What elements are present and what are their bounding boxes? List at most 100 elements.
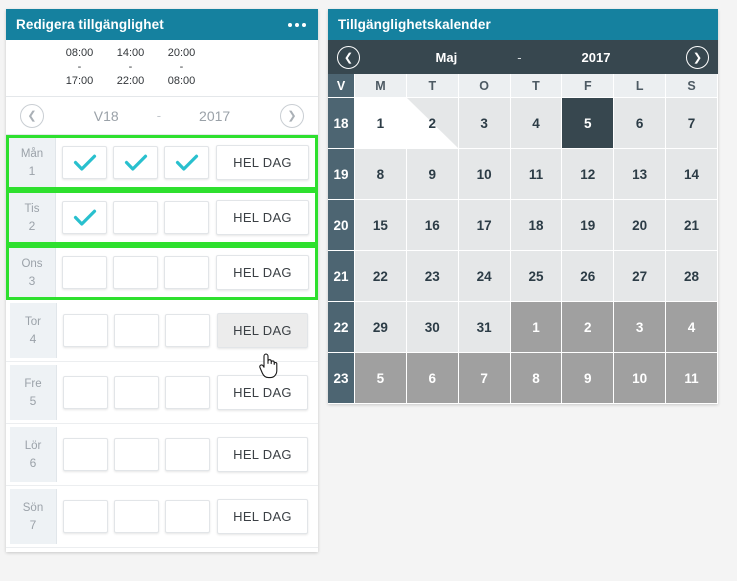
shift-checkbox-1[interactable] — [62, 146, 107, 179]
shift-checkbox-1[interactable] — [63, 500, 108, 533]
chevron-right-icon[interactable]: ❯ — [686, 45, 709, 69]
day-row-sön: Sön 7 HEL DAG — [6, 486, 318, 548]
day-name: Tis — [24, 202, 40, 215]
calendar-day-number: 22 — [372, 268, 388, 284]
shift-checkbox-3[interactable] — [165, 314, 210, 347]
shift-checkbox-1[interactable] — [62, 201, 107, 234]
calendar-weekday-header: L — [613, 74, 667, 98]
shift-checkbox-2[interactable] — [114, 438, 159, 471]
shift-2-separator: - — [128, 61, 133, 73]
full-day-button[interactable]: HEL DAG — [217, 375, 308, 410]
calendar-day-cell[interactable]: 2 — [561, 301, 615, 353]
calendar-day-number: 9 — [584, 370, 592, 386]
calendar-day-cell[interactable]: 6 — [613, 97, 667, 149]
more-options-icon[interactable] — [286, 19, 308, 31]
shift-3-separator: - — [179, 61, 184, 73]
full-day-button[interactable]: HEL DAG — [217, 499, 308, 534]
full-day-button[interactable]: HEL DAG — [217, 437, 308, 472]
calendar-day-cell[interactable]: 19 — [561, 199, 615, 251]
calendar-day-cell[interactable]: 6 — [405, 352, 459, 404]
calendar-day-cell[interactable]: 14 — [665, 148, 718, 200]
shift-checkbox-1[interactable] — [63, 376, 108, 409]
calendar-day-cell[interactable]: 8 — [354, 148, 407, 200]
calendar-day-number: 6 — [428, 370, 437, 386]
full-day-button[interactable]: HEL DAG — [217, 313, 308, 348]
shift-checkbox-group — [57, 489, 210, 544]
shift-checkbox-2[interactable] — [113, 201, 158, 234]
shift-checkbox-2[interactable] — [114, 500, 159, 533]
calendar-day-cell[interactable]: 13 — [613, 148, 667, 200]
calendar-day-cell[interactable]: 10 — [457, 148, 511, 200]
chevron-left-icon[interactable]: ❮ — [20, 103, 44, 128]
table-row: Tor 4 HEL DAG — [10, 303, 314, 358]
shift-3-end: 08:00 — [167, 75, 196, 87]
calendar-day-cell[interactable]: 3 — [457, 97, 511, 149]
calendar-day-cell[interactable]: 23 — [405, 250, 459, 302]
calendar-day-cell[interactable]: 5 — [561, 97, 615, 149]
shift-checkbox-1[interactable] — [62, 256, 107, 289]
calendar-day-cell[interactable]: 18 — [509, 199, 563, 251]
calendar-day-cell[interactable]: 11 — [509, 148, 563, 200]
calendar-header-row: VMTOTFLS — [328, 74, 718, 98]
calendar-day-cell[interactable]: 4 — [509, 97, 563, 149]
shift-checkbox-2[interactable] — [114, 376, 159, 409]
calendar-day-cell[interactable]: 25 — [509, 250, 563, 302]
calendar-day-cell[interactable]: 5 — [354, 352, 407, 404]
calendar-day-cell[interactable]: 24 — [457, 250, 511, 302]
shift-checkbox-3[interactable] — [164, 201, 209, 234]
calendar-day-cell[interactable]: 8 — [509, 352, 563, 404]
calendar-day-number: 14 — [684, 166, 700, 182]
shift-checkbox-3[interactable] — [165, 438, 210, 471]
full-day-button[interactable]: HEL DAG — [216, 145, 309, 180]
calendar-day-number: 4 — [532, 115, 540, 131]
calendar-day-cell[interactable]: 21 — [665, 199, 718, 251]
shift-checkbox-3[interactable] — [164, 146, 209, 179]
shift-checkbox-1[interactable] — [63, 314, 108, 347]
shift-checkbox-2[interactable] — [114, 314, 159, 347]
calendar-period-label: Maj - 2017 — [360, 50, 686, 65]
calendar-day-cell[interactable]: 7 — [665, 97, 718, 149]
calendar-day-cell[interactable]: 7 — [457, 352, 511, 404]
calendar-day-cell[interactable]: 4 — [665, 301, 718, 353]
shift-checkbox-3[interactable] — [164, 256, 209, 289]
calendar-day-cell[interactable]: 22 — [354, 250, 407, 302]
calendar-day-cell[interactable]: 9 — [405, 148, 459, 200]
calendar-day-cell[interactable]: 2 — [405, 97, 459, 149]
day-number: 3 — [28, 273, 36, 288]
calendar-day-cell[interactable]: 20 — [613, 199, 667, 251]
calendar-day-cell[interactable]: 31 — [457, 301, 511, 353]
calendar-day-cell[interactable]: 28 — [665, 250, 718, 302]
chevron-left-icon[interactable]: ❮ — [337, 45, 360, 69]
calendar-day-cell[interactable]: 1 — [354, 97, 407, 149]
calendar-day-cell[interactable]: 1 — [509, 301, 563, 353]
calendar-day-cell[interactable]: 11 — [665, 352, 718, 404]
shift-checkbox-group — [56, 138, 209, 187]
calendar-day-cell[interactable]: 3 — [613, 301, 667, 353]
shift-checkbox-3[interactable] — [165, 376, 210, 409]
full-day-button[interactable]: HEL DAG — [216, 200, 309, 235]
calendar-day-cell[interactable]: 30 — [405, 301, 459, 353]
shift-checkbox-1[interactable] — [63, 438, 108, 471]
calendar-day-number: 19 — [580, 217, 596, 233]
calendar-day-cell[interactable]: 27 — [613, 250, 667, 302]
table-row: Ons 3 HEL DAG — [6, 245, 318, 300]
calendar-day-cell[interactable]: 10 — [613, 352, 667, 404]
shift-header-spacer-right — [207, 46, 318, 88]
full-day-button[interactable]: HEL DAG — [216, 255, 309, 290]
edit-availability-panel: Redigera tillgänglighet 08:00 - 17:00 14… — [6, 9, 318, 552]
calendar-day-number: 8 — [532, 370, 540, 386]
shift-checkbox-3[interactable] — [165, 500, 210, 533]
calendar-day-cell[interactable]: 12 — [561, 148, 615, 200]
calendar-day-cell[interactable]: 16 — [405, 199, 459, 251]
shift-checkbox-2[interactable] — [113, 256, 158, 289]
day-row-ons: Ons 3 HEL DAG — [6, 245, 318, 300]
chevron-right-icon[interactable]: ❯ — [280, 103, 304, 128]
shift-checkbox-2[interactable] — [113, 146, 158, 179]
calendar-day-cell[interactable]: 9 — [561, 352, 615, 404]
week-number-label: V18 — [93, 107, 119, 124]
calendar-day-cell[interactable]: 15 — [354, 199, 407, 251]
calendar-day-cell[interactable]: 26 — [561, 250, 615, 302]
calendar-day-cell[interactable]: 17 — [457, 199, 511, 251]
calendar-week-number: 23 — [328, 352, 355, 404]
calendar-day-cell[interactable]: 29 — [354, 301, 407, 353]
